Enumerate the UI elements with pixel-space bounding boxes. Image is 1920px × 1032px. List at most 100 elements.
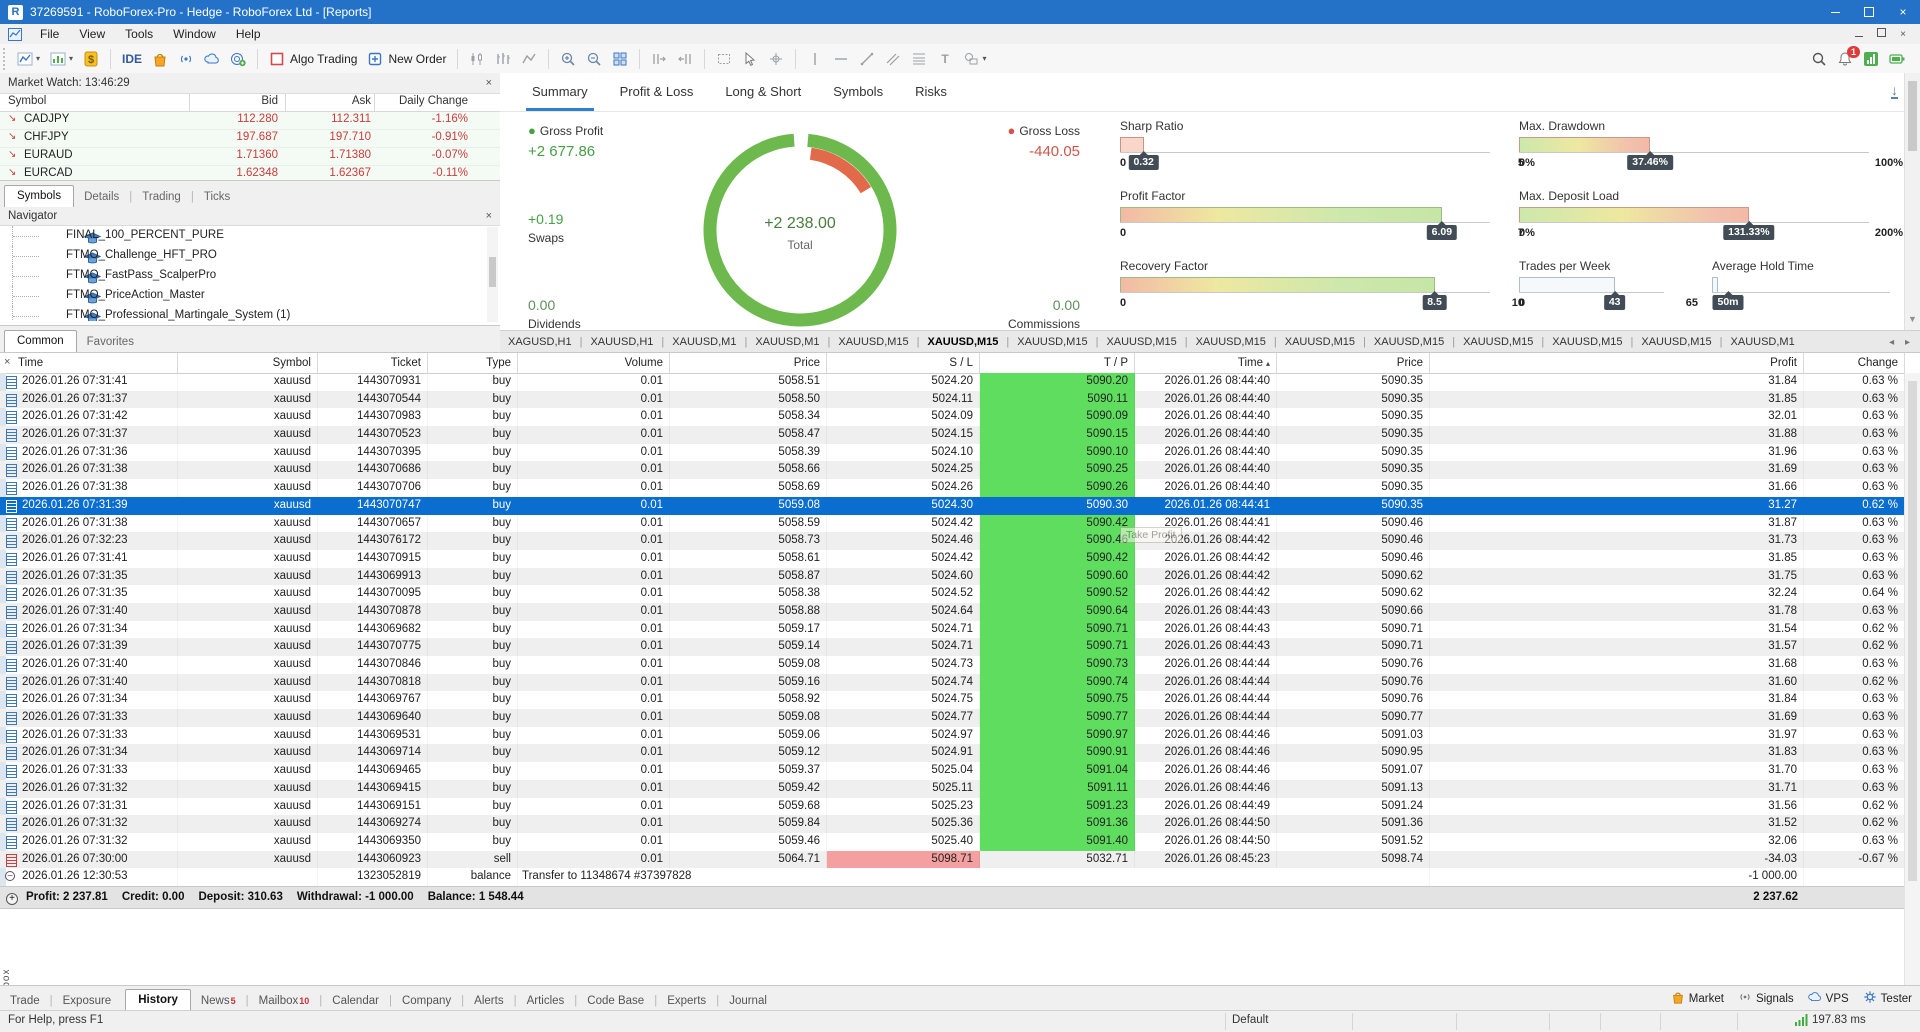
select-tool-button[interactable] bbox=[711, 49, 737, 69]
table-row[interactable]: 2026.01.26 07:31:35xauusd1443070095buy0.… bbox=[0, 585, 1905, 603]
table-row[interactable]: 2026.01.26 07:31:40xauusd1443070846buy0.… bbox=[0, 656, 1905, 674]
chart-profile-button[interactable]: ▾ bbox=[45, 49, 78, 69]
history-header-row[interactable]: TimeSymbolTicketTypeVolumePriceS / LT / … bbox=[0, 353, 1905, 374]
report-tab-symbols[interactable]: Symbols bbox=[833, 73, 883, 111]
history-col-time-close[interactable]: Time▴ bbox=[1135, 353, 1277, 374]
toolbox-tab-mailbox[interactable]: Mailbox10 bbox=[249, 992, 320, 1011]
chart-tab-9[interactable]: XAUUSD,M15 bbox=[1277, 336, 1363, 348]
chart-tab-4[interactable]: XAUUSD,M15 bbox=[830, 336, 916, 348]
table-row[interactable]: 2026.01.26 07:31:41xauusd1443070931buy0.… bbox=[0, 373, 1905, 391]
mw-tab-ticks[interactable]: Ticks bbox=[194, 188, 240, 207]
table-row[interactable]: 2026.01.26 07:31:32xauusd1443069415buy0.… bbox=[0, 780, 1905, 798]
toolbox-tab-alerts[interactable]: Alerts bbox=[464, 992, 513, 1011]
chart-tab-8[interactable]: XAUUSD,M15 bbox=[1188, 336, 1274, 348]
chart-tab-11[interactable]: XAUUSD,M15 bbox=[1455, 336, 1541, 348]
statusbar-vps-button[interactable]: VPS bbox=[1808, 990, 1849, 1007]
navigator-close-icon[interactable]: × bbox=[486, 210, 492, 222]
connection-latency[interactable]: 197.83 ms bbox=[1795, 1014, 1866, 1026]
minimize-button[interactable] bbox=[1818, 0, 1852, 24]
zoom-out-button[interactable] bbox=[581, 49, 607, 69]
toolbox-tab-experts[interactable]: Experts bbox=[657, 992, 716, 1011]
table-row[interactable]: 2026.01.26 07:31:34xauusd1443069767buy0.… bbox=[0, 691, 1905, 709]
toolbox-tab-news[interactable]: News5 bbox=[191, 992, 246, 1011]
table-row[interactable]: 2026.01.26 07:31:37xauusd1443070523buy0.… bbox=[0, 426, 1905, 444]
mw-col-daily-change[interactable]: Daily Change bbox=[0, 95, 468, 107]
child-close-button[interactable]: × bbox=[1892, 29, 1914, 40]
table-row[interactable]: 2026.01.26 07:31:36xauusd1443070395buy0.… bbox=[0, 444, 1905, 462]
table-row[interactable]: 2026.01.26 07:31:35xauusd1443069913buy0.… bbox=[0, 568, 1905, 586]
chart-tab-3[interactable]: XAUUSD,M1 bbox=[747, 336, 827, 348]
deposit-button[interactable]: $ bbox=[78, 49, 104, 69]
table-row[interactable]: 2026.01.26 07:31:32xauusd1443069350buy0.… bbox=[0, 833, 1905, 851]
report-tab-profit-loss[interactable]: Profit & Loss bbox=[620, 73, 694, 111]
table-row[interactable]: 2026.01.26 07:31:33xauusd1443069640buy0.… bbox=[0, 709, 1905, 727]
chart-type-button[interactable]: ▾ bbox=[12, 49, 45, 69]
history-col-profit[interactable]: Profit bbox=[1430, 353, 1804, 374]
report-tab-long-short[interactable]: Long & Short bbox=[725, 73, 801, 111]
toolbox-close-icon[interactable]: × bbox=[4, 356, 10, 368]
trendline-tool-button[interactable] bbox=[854, 49, 880, 69]
auto-scroll-button[interactable] bbox=[672, 49, 698, 69]
history-col-tp[interactable]: T / P bbox=[980, 353, 1135, 374]
notifications-button[interactable]: 1 bbox=[1832, 49, 1858, 69]
chart-tab-5[interactable]: XAUUSD,M15 bbox=[920, 336, 1007, 348]
table-row[interactable]: 2026.01.26 07:31:38xauusd1443070657buy0.… bbox=[0, 515, 1905, 533]
menu-window[interactable]: Window bbox=[163, 24, 226, 44]
menu-file[interactable]: File bbox=[30, 24, 69, 44]
table-row[interactable]: 2026.01.26 07:31:40xauusd1443070818buy0.… bbox=[0, 674, 1905, 692]
history-col-change[interactable]: Change bbox=[1804, 353, 1905, 374]
toolbox-tab-company[interactable]: Company bbox=[392, 992, 461, 1011]
toolbox-tab-trade[interactable]: Trade bbox=[0, 992, 50, 1011]
shift-end-button[interactable] bbox=[646, 49, 672, 69]
child-restore-button[interactable] bbox=[1870, 28, 1892, 40]
chart-tab-1[interactable]: XAUUSD,H1 bbox=[582, 336, 661, 348]
close-button[interactable]: × bbox=[1886, 0, 1920, 24]
toolbar-grip[interactable] bbox=[3, 48, 9, 70]
navigator-item[interactable]: FTMO_Professional_Martingale_System (1) bbox=[0, 306, 500, 321]
toolbox-tab-calendar[interactable]: Calendar bbox=[322, 992, 389, 1011]
history-col-price[interactable]: Price bbox=[670, 353, 827, 374]
table-row[interactable]: 2026.01.26 07:31:33xauusd1443069531buy0.… bbox=[0, 727, 1905, 745]
signals-button[interactable] bbox=[173, 49, 199, 69]
navigator-item[interactable]: FINAL_100_PERCENT_PURE bbox=[0, 226, 500, 246]
table-row[interactable]: 2026.01.26 07:31:42xauusd1443070983buy0.… bbox=[0, 408, 1905, 426]
hline-tool-button[interactable] bbox=[828, 49, 854, 69]
search-button[interactable] bbox=[1806, 49, 1832, 69]
reports-scrollbar[interactable]: ▼ bbox=[1904, 73, 1920, 330]
mw-row-chfjpy[interactable]: ↘CHFJPY197.687197.710-0.91% bbox=[0, 130, 500, 148]
chart-tab-scroll-arrows[interactable]: ◂ ▸ bbox=[1889, 337, 1920, 348]
chart-tab-7[interactable]: XAUUSD,M15 bbox=[1098, 336, 1184, 348]
table-row[interactable]: 2026.01.26 07:31:34xauusd1443069682buy0.… bbox=[0, 621, 1905, 639]
table-row[interactable]: 2026.01.26 07:31:31xauusd1443069151buy0.… bbox=[0, 798, 1905, 816]
connection-level-icon[interactable] bbox=[1858, 49, 1884, 69]
mw-tab-symbols[interactable]: Symbols bbox=[4, 185, 74, 207]
table-row[interactable]: 2026.01.26 07:31:34xauusd1443069714buy0.… bbox=[0, 744, 1905, 762]
toolbox-tab-exposure[interactable]: Exposure bbox=[53, 992, 122, 1011]
chart-tab-6[interactable]: XAUUSD,M15 bbox=[1009, 336, 1095, 348]
menu-view[interactable]: View bbox=[69, 24, 115, 44]
cursor-tool-button[interactable] bbox=[737, 49, 763, 69]
toolbox-tab-history[interactable]: History bbox=[125, 989, 191, 1011]
vline-tool-button[interactable] bbox=[802, 49, 828, 69]
table-row[interactable]: 2026.01.26 07:30:00xauusd1443060923sell0… bbox=[0, 851, 1905, 869]
chart-tab-10[interactable]: XAUUSD,M15 bbox=[1366, 336, 1452, 348]
new-order-button[interactable]: New Order bbox=[362, 49, 451, 69]
bar-chart-button[interactable] bbox=[464, 49, 490, 69]
history-col-time[interactable]: Time bbox=[0, 353, 178, 374]
report-tab-summary[interactable]: Summary bbox=[532, 73, 588, 111]
chart-tab-14[interactable]: XAUUSD,M1 bbox=[1723, 336, 1803, 348]
navigator-item[interactable]: FTMO_PriceAction_Master bbox=[0, 286, 500, 306]
market-watch-close-icon[interactable]: × bbox=[486, 77, 492, 89]
history-scrollbar[interactable] bbox=[1904, 373, 1920, 986]
balance-row[interactable]: 2026.01.26 12:30:53−1323052819balanceTra… bbox=[0, 868, 1905, 886]
mw-row-euraud[interactable]: ↘EURAUD1.713601.71380-0.07% bbox=[0, 148, 500, 166]
mw-tab-trading[interactable]: Trading bbox=[132, 188, 191, 207]
history-col-volume[interactable]: Volume bbox=[518, 353, 670, 374]
table-row[interactable]: 2026.01.26 07:31:39xauusd1443070747buy0.… bbox=[0, 497, 1905, 515]
table-row[interactable]: 2026.01.26 07:31:39xauusd1443070775buy0.… bbox=[0, 638, 1905, 656]
text-tool-button[interactable]: T bbox=[932, 49, 958, 69]
fibonacci-tool-button[interactable] bbox=[906, 49, 932, 69]
table-row[interactable]: 2026.01.26 07:32:23xauusd1443076172buy0.… bbox=[0, 532, 1905, 550]
chart-tab-2[interactable]: XAUUSD,M1 bbox=[664, 336, 744, 348]
nav-tab-common[interactable]: Common bbox=[4, 330, 77, 352]
